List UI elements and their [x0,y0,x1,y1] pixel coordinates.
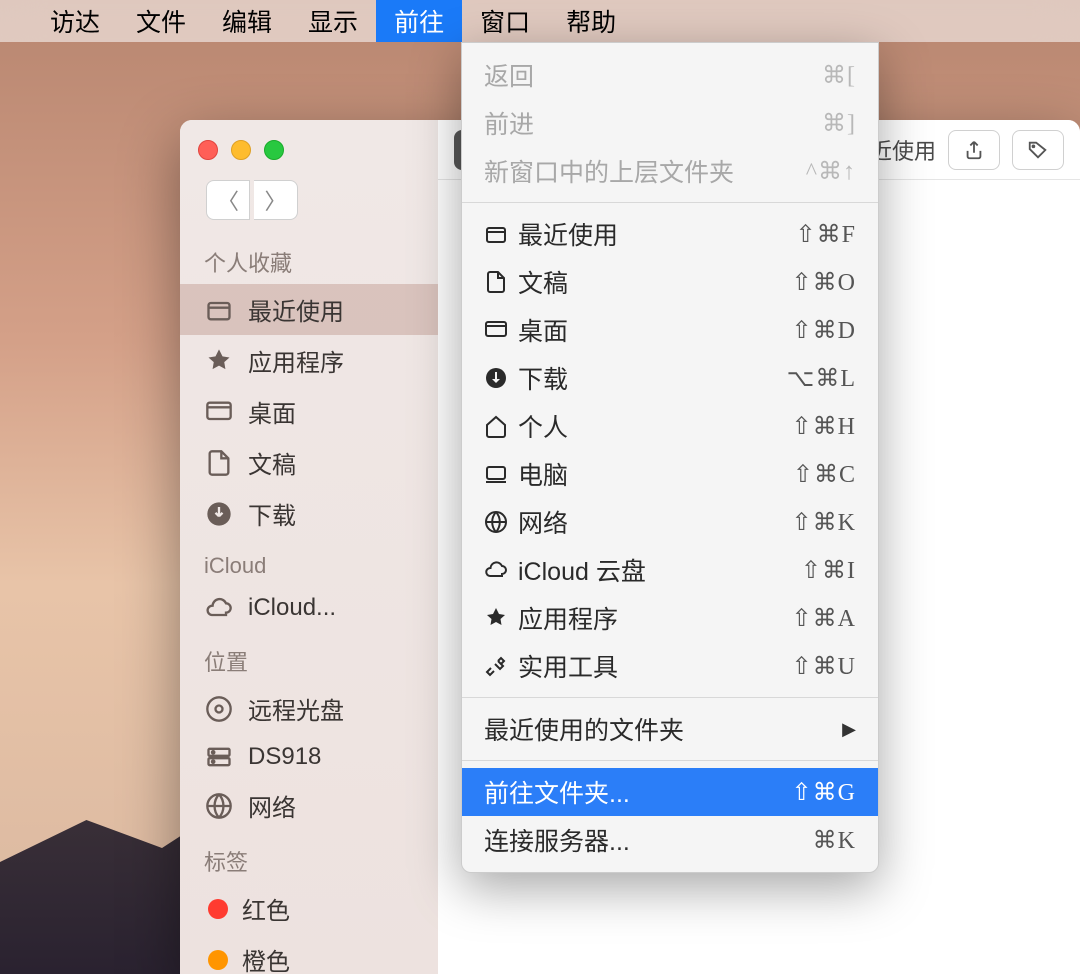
menu-edit[interactable]: 编辑 [204,0,290,42]
downloads-icon [484,366,518,390]
watermark-badge: 值 [921,928,957,964]
menu-go-to-folder[interactable]: 前往文件夹... ⇧⌘G [462,768,878,816]
menu-window[interactable]: 窗口 [462,0,548,42]
zoom-button[interactable] [264,140,284,160]
sidebar-item-applications[interactable]: 应用程序 [180,335,438,386]
menu-network[interactable]: 网络 ⇧⌘K [462,498,878,546]
menu-enclosing-folder: 新窗口中的上层文件夹 ^⌘↑ [462,147,878,195]
menu-separator [462,760,878,761]
tags-button[interactable] [1012,130,1064,170]
menu-icloud[interactable]: iCloud 云盘 ⇧⌘I [462,546,878,594]
sidebar-item-recents[interactable]: 最近使用 [180,284,438,335]
tag-dot-icon [208,899,228,919]
desktop-icon [204,397,234,427]
menubar: 访达 文件 编辑 显示 前往 窗口 帮助 [0,0,1080,42]
sidebar-item-icloud[interactable]: iCloud... [180,585,438,631]
menu-go[interactable]: 前往 [376,0,462,42]
utilities-icon [484,654,518,678]
menu-utilities[interactable]: 实用工具 ⇧⌘U [462,642,878,690]
sidebar-section-icloud: iCloud [180,539,438,585]
sidebar-item-documents[interactable]: 文稿 [180,437,438,488]
menu-computer[interactable]: 电脑 ⇧⌘C [462,450,878,498]
sidebar-item-label: 网络 [248,788,296,823]
sidebar-section-tags: 标签 [180,831,438,883]
sidebar-item-label: 桌面 [248,394,296,429]
sidebar-item-label: 最近使用 [248,292,344,327]
recents-icon [484,222,518,246]
sidebar-item-label: DS918 [248,743,321,771]
chevron-left-icon: 〈 [217,184,239,216]
sidebar-section-favorites: 个人收藏 [180,232,438,284]
sidebar-item-label: 应用程序 [248,343,344,378]
menu-documents[interactable]: 文稿 ⇧⌘O [462,258,878,306]
desktop-icon [484,318,518,342]
documents-icon [204,448,234,478]
sidebar-item-ds918[interactable]: DS918 [180,734,438,780]
menu-connect-server[interactable]: 连接服务器... ⌘K [462,816,878,864]
close-button[interactable] [198,140,218,160]
applications-icon [204,346,234,376]
recents-icon [204,295,234,325]
menu-separator [462,202,878,203]
menu-forward: 前进 ⌘] [462,99,878,147]
sidebar-item-tag-red[interactable]: 红色 [180,883,438,934]
menu-recents[interactable]: 最近使用 ⇧⌘F [462,210,878,258]
sidebar: 〈 〉 个人收藏 最近使用 应用程序 桌面 文稿 [180,120,438,974]
tag-icon [1027,139,1049,161]
menu-desktop[interactable]: 桌面 ⇧⌘D [462,306,878,354]
chevron-right-icon: 〉 [264,184,286,216]
menu-file[interactable]: 文件 [118,0,204,42]
share-icon [963,139,985,161]
sidebar-item-tag-orange[interactable]: 橙色 [180,934,438,974]
menu-separator [462,697,878,698]
sidebar-item-desktop[interactable]: 桌面 [180,386,438,437]
back-button[interactable]: 〈 [206,180,250,220]
menu-home[interactable]: 个人 ⇧⌘H [462,402,878,450]
menu-applications[interactable]: 应用程序 ⇧⌘A [462,594,878,642]
sidebar-item-label: 橙色 [242,942,290,974]
computer-icon [484,462,518,486]
menu-downloads[interactable]: 下载 ⌥⌘L [462,354,878,402]
forward-button[interactable]: 〉 [254,180,298,220]
watermark: 值 什么值得买 [921,928,1068,964]
cloud-icon [484,558,518,582]
sidebar-item-label: iCloud... [248,594,336,622]
applications-icon [484,606,518,630]
submenu-arrow-icon: ▶ [842,719,856,740]
sidebar-item-downloads[interactable]: 下载 [180,488,438,539]
menu-help[interactable]: 帮助 [548,0,634,42]
sidebar-scroll[interactable]: 个人收藏 最近使用 应用程序 桌面 文稿 下载 iCloud [180,232,438,974]
share-button[interactable] [948,130,1000,170]
home-icon [484,414,518,438]
cloud-icon [204,593,234,623]
sidebar-item-label: 下载 [248,496,296,531]
sidebar-item-network[interactable]: 网络 [180,780,438,831]
sidebar-item-label: 文稿 [248,445,296,480]
server-icon [204,742,234,772]
menu-recent-folders[interactable]: 最近使用的文件夹 ▶ [462,705,878,753]
menu-view[interactable]: 显示 [290,0,376,42]
menu-back: 返回 ⌘[ [462,51,878,99]
network-icon [484,510,518,534]
traffic-lights [198,140,284,160]
titlebar [180,120,438,180]
downloads-icon [204,499,234,529]
network-icon [204,791,234,821]
disc-icon [204,694,234,724]
watermark-text: 什么值得买 [963,932,1068,961]
menu-finder[interactable]: 访达 [32,0,118,42]
go-menu-dropdown: 返回 ⌘[ 前进 ⌘] 新窗口中的上层文件夹 ^⌘↑ 最近使用 ⇧⌘F 文稿 ⇧… [461,42,879,873]
sidebar-item-remote-disc[interactable]: 远程光盘 [180,683,438,734]
documents-icon [484,270,518,294]
tag-dot-icon [208,950,228,970]
minimize-button[interactable] [231,140,251,160]
sidebar-item-label: 红色 [242,891,290,926]
sidebar-item-label: 远程光盘 [248,691,344,726]
sidebar-section-locations: 位置 [180,631,438,683]
